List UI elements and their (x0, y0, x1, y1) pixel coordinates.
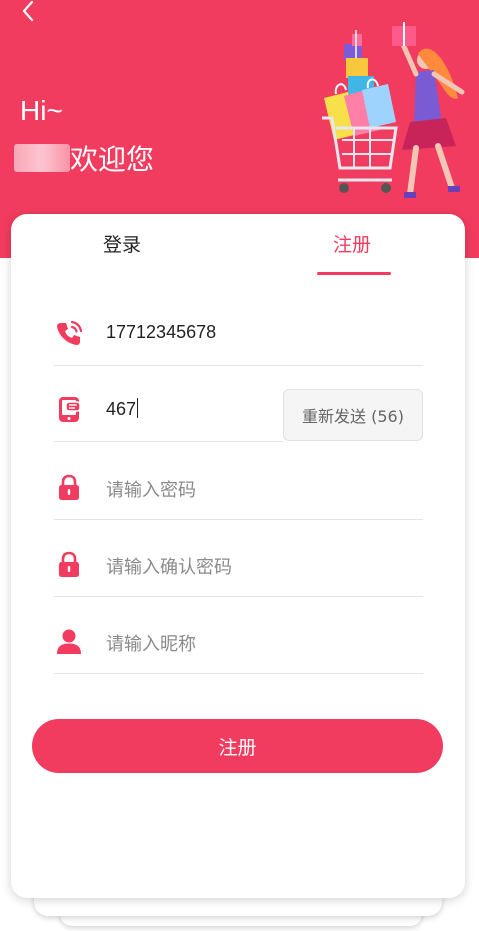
register-submit-button[interactable]: 注册 (32, 719, 443, 773)
text-caret (137, 398, 139, 418)
user-icon (57, 629, 81, 654)
register-card: 登录 注册 17712345678 467 重新发送 (56) 请输入密码 请输… (11, 214, 465, 898)
chevron-left-icon[interactable] (18, 0, 40, 22)
confirm-password-field[interactable]: 请输入确认密码 (54, 535, 423, 597)
tab-login[interactable]: 登录 (103, 230, 141, 257)
blurred-username (14, 144, 70, 172)
lock-icon (59, 474, 79, 500)
phone-icon (57, 320, 83, 345)
code-value[interactable]: 467 (106, 398, 139, 420)
active-tab-indicator (317, 272, 391, 275)
sms-phone-icon (59, 397, 81, 422)
greeting-text: Hi~ (20, 95, 63, 126)
welcome-text: 欢迎您 (70, 143, 155, 176)
nickname-field[interactable]: 请输入昵称 (54, 612, 423, 674)
confirm-password-placeholder: 请输入确认密码 (106, 557, 232, 578)
password-placeholder: 请输入密码 (106, 480, 196, 501)
nickname-placeholder: 请输入昵称 (106, 634, 196, 655)
code-field[interactable]: 467 (54, 380, 283, 442)
shopping-cart-gifts-illustration (322, 22, 465, 198)
welcome-row: 欢迎您 (14, 140, 154, 176)
phone-value: 17712345678 (106, 322, 217, 342)
resend-code-button[interactable]: 重新发送 (56) (283, 389, 423, 441)
phone-field[interactable]: 17712345678 (54, 304, 423, 366)
password-field[interactable]: 请输入密码 (54, 458, 423, 520)
tab-register[interactable]: 注册 (333, 230, 371, 257)
lock-icon (59, 551, 79, 577)
